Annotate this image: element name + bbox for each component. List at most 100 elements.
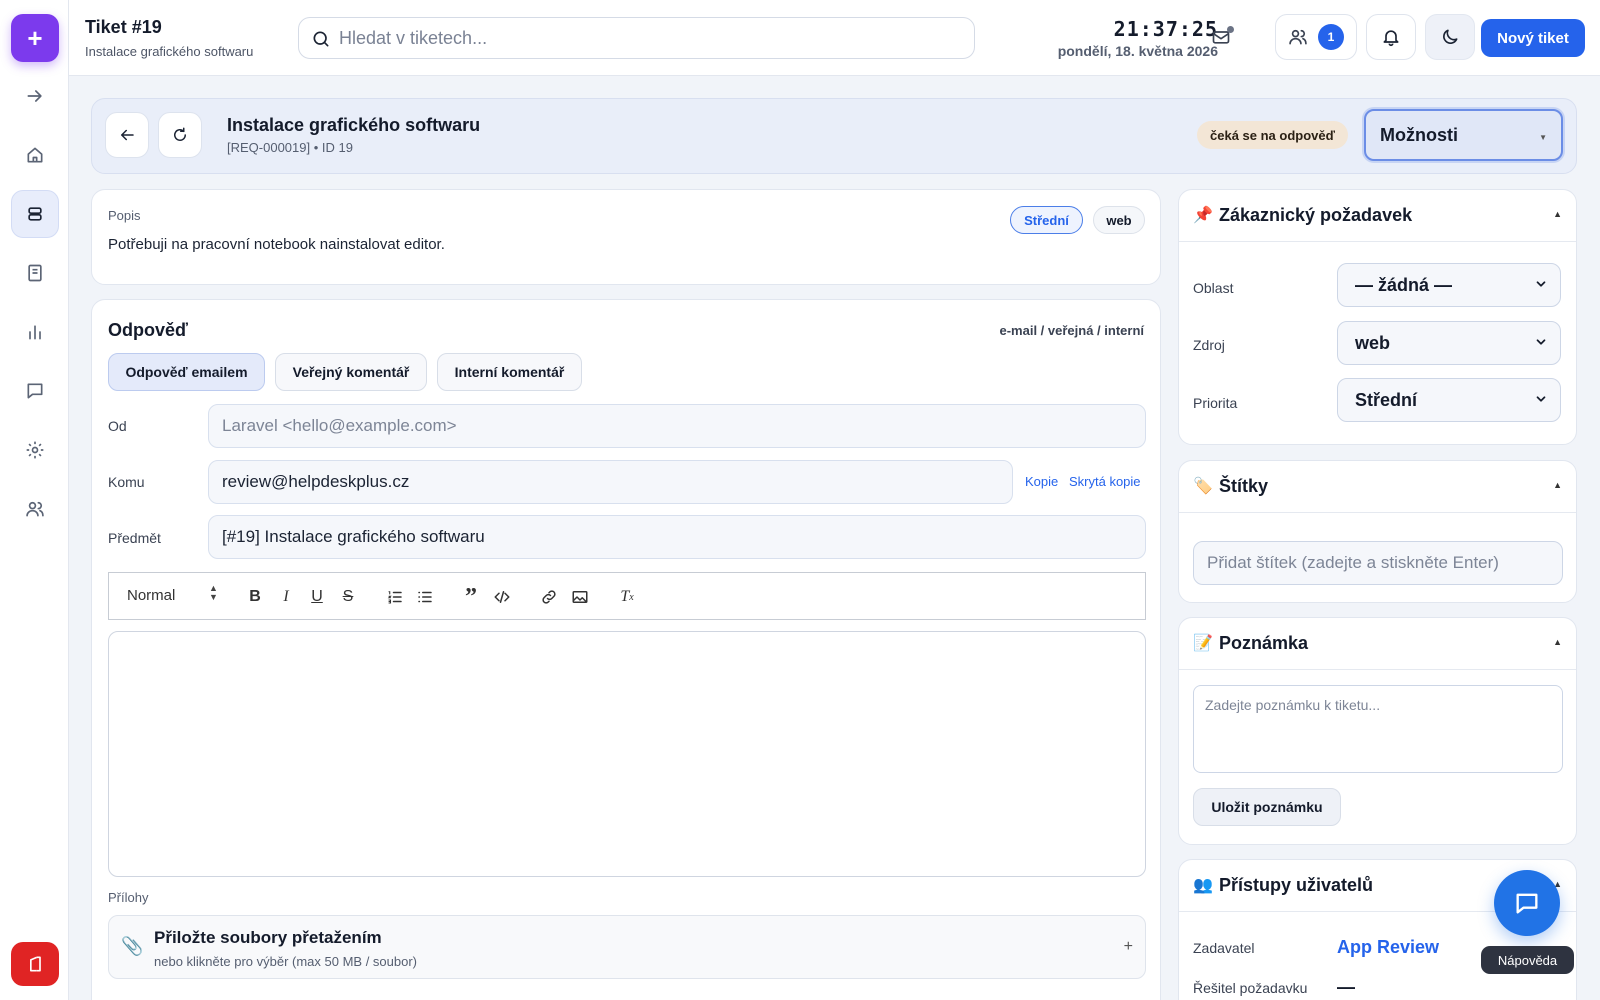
dropzone-subtitle: nebo klikněte pro výběr (max 50 MB / sou…	[154, 954, 418, 969]
logout-button[interactable]	[11, 942, 59, 986]
new-ticket-button[interactable]: Nový tiket	[1481, 19, 1585, 57]
sidebar: +	[0, 0, 69, 1000]
collapse-caret-icon[interactable]: ▲	[1553, 637, 1562, 647]
reply-editor[interactable]	[108, 631, 1146, 877]
to-field[interactable]: review@helpdeskplus.cz	[208, 460, 1013, 504]
italic-icon[interactable]: I	[276, 587, 296, 607]
memo-icon: 📝	[1193, 635, 1213, 652]
messages-icon[interactable]	[11, 367, 59, 415]
user-access-title: Přístupy uživatelů	[1219, 875, 1374, 895]
reports-chart-icon[interactable]	[11, 308, 59, 356]
description-text: Potřebuji na pracovní notebook nainstalo…	[108, 236, 445, 253]
help-chat-button[interactable]	[1494, 870, 1560, 936]
create-plus-button[interactable]: +	[11, 14, 59, 62]
ordered-list-icon[interactable]	[385, 587, 405, 607]
paperclip-icon: 📎	[121, 936, 144, 956]
arrow-left-icon	[121, 129, 134, 141]
code-icon[interactable]	[492, 587, 512, 607]
note-title: Poznámka	[1219, 633, 1309, 653]
online-users-button[interactable]: 1	[1275, 14, 1357, 60]
blockquote-icon[interactable]: ”	[461, 584, 481, 610]
image-icon[interactable]	[570, 587, 590, 607]
customer-request-header[interactable]: 📌 Zákaznický požadavek ▲	[1179, 190, 1576, 242]
cc-link[interactable]: Kopie	[1025, 474, 1058, 489]
bold-icon[interactable]: B	[245, 587, 265, 607]
home-icon[interactable]	[11, 131, 59, 179]
add-attachment-icon[interactable]: +	[1124, 938, 1133, 956]
customer-request-panel: 📌 Zákaznický požadavek ▲ Oblast — žádná …	[1178, 189, 1577, 445]
source-value: web	[1355, 332, 1391, 353]
collapse-caret-icon[interactable]: ▲	[1553, 209, 1562, 219]
clock-date: pondělí, 18. května 2026	[1057, 43, 1218, 59]
attachments-dropzone[interactable]: 📎 Přiložte soubory přetažením nebo klikn…	[108, 915, 1146, 979]
search-input[interactable]	[339, 18, 959, 58]
chevron-down-icon	[1536, 339, 1546, 345]
description-card: Popis Potřebuji na pracovní notebook nai…	[91, 189, 1161, 285]
priority-badge: Střední	[1010, 206, 1083, 234]
users-icon	[1289, 29, 1307, 45]
tab-internal-comment[interactable]: Interní komentář	[437, 353, 582, 391]
dark-mode-toggle[interactable]	[1425, 14, 1475, 60]
tickets-icon[interactable]	[11, 190, 59, 238]
assignee-value: —	[1337, 977, 1355, 997]
ticket-reference: [REQ-000019] • ID 19	[227, 140, 353, 155]
underline-icon[interactable]: U	[307, 587, 327, 607]
bcc-link[interactable]: Skrytá kopie	[1069, 474, 1141, 489]
chevron-down-icon	[1536, 396, 1546, 402]
description-label: Popis	[108, 208, 141, 223]
note-panel: 📝 Poznámka ▲ Zadejte poznámku k tiketu..…	[1178, 617, 1577, 845]
editor-toolbar: Normal ▲ ▼ B I U S ” Tx	[108, 572, 1146, 620]
settings-gear-icon[interactable]	[11, 426, 59, 474]
format-select-arrows-icon: ▲ ▼	[209, 583, 218, 602]
search-icon	[313, 31, 329, 47]
subject-field[interactable]: [#19] Instalace grafického softwaru	[208, 515, 1146, 559]
chat-bubble-icon	[1516, 893, 1538, 914]
refresh-button[interactable]	[158, 112, 202, 158]
source-select[interactable]: web	[1337, 321, 1561, 365]
clock: 21:37:25 pondělí, 18. května 2026	[1058, 17, 1218, 59]
note-textarea[interactable]: Zadejte poznámku k tiketu...	[1193, 685, 1563, 773]
bell-icon	[1383, 30, 1399, 47]
options-dropdown[interactable]: Možnosti ▼	[1364, 109, 1563, 161]
priority-value: Střední	[1355, 389, 1418, 410]
note-header[interactable]: 📝 Poznámka ▲	[1179, 618, 1576, 670]
format-select[interactable]: Normal	[127, 587, 175, 604]
source-badge: web	[1093, 206, 1145, 234]
back-button[interactable]	[105, 112, 149, 158]
chevron-down-icon	[1536, 281, 1546, 287]
link-icon[interactable]	[539, 587, 559, 607]
dropzone-title: Přiložte soubory přetažením	[154, 928, 382, 947]
reply-title: Odpověď	[108, 320, 188, 340]
from-label: Od	[108, 418, 127, 434]
refresh-icon	[174, 127, 186, 141]
to-label: Komu	[108, 474, 145, 490]
clear-format-icon[interactable]: Tx	[617, 587, 637, 607]
collapse-caret-icon[interactable]: ▲	[1553, 480, 1562, 490]
add-tag-input[interactable]: Přidat štítek (zadejte a stiskněte Enter…	[1193, 541, 1563, 585]
strikethrough-icon[interactable]: S	[338, 587, 358, 607]
requester-label: Zadavatel	[1193, 940, 1255, 956]
area-select[interactable]: — žádná —	[1337, 263, 1561, 307]
expand-sidebar-arrow-icon[interactable]	[11, 72, 59, 120]
mail-button[interactable]	[1199, 14, 1243, 60]
tab-email-reply[interactable]: Odpověď emailem	[108, 353, 265, 391]
tags-header[interactable]: 🏷️ Štítky ▲	[1179, 461, 1576, 513]
source-label: Zdroj	[1193, 337, 1225, 353]
bullet-list-icon[interactable]	[415, 587, 435, 607]
priority-select[interactable]: Střední	[1337, 378, 1561, 422]
page-subtitle: Instalace grafického softwaru	[85, 44, 254, 59]
from-field[interactable]: Laravel <hello@example.com>	[208, 404, 1146, 448]
priority-label: Priorita	[1193, 395, 1238, 411]
clock-time: 21:37:25	[1113, 17, 1218, 41]
notifications-button[interactable]	[1366, 14, 1416, 60]
search-box	[298, 17, 975, 59]
tab-public-comment[interactable]: Veřejný komentář	[275, 353, 427, 391]
knowledge-base-icon[interactable]	[11, 249, 59, 297]
users-icon[interactable]	[11, 485, 59, 533]
moon-icon	[1443, 29, 1458, 44]
ticket-title: Instalace grafického softwaru	[227, 115, 481, 135]
save-note-button[interactable]: Uložit poznámku	[1193, 788, 1341, 826]
attachments-label: Přílohy	[108, 890, 149, 905]
requester-link[interactable]: App Review	[1337, 937, 1439, 958]
tags-title: Štítky	[1219, 476, 1269, 496]
